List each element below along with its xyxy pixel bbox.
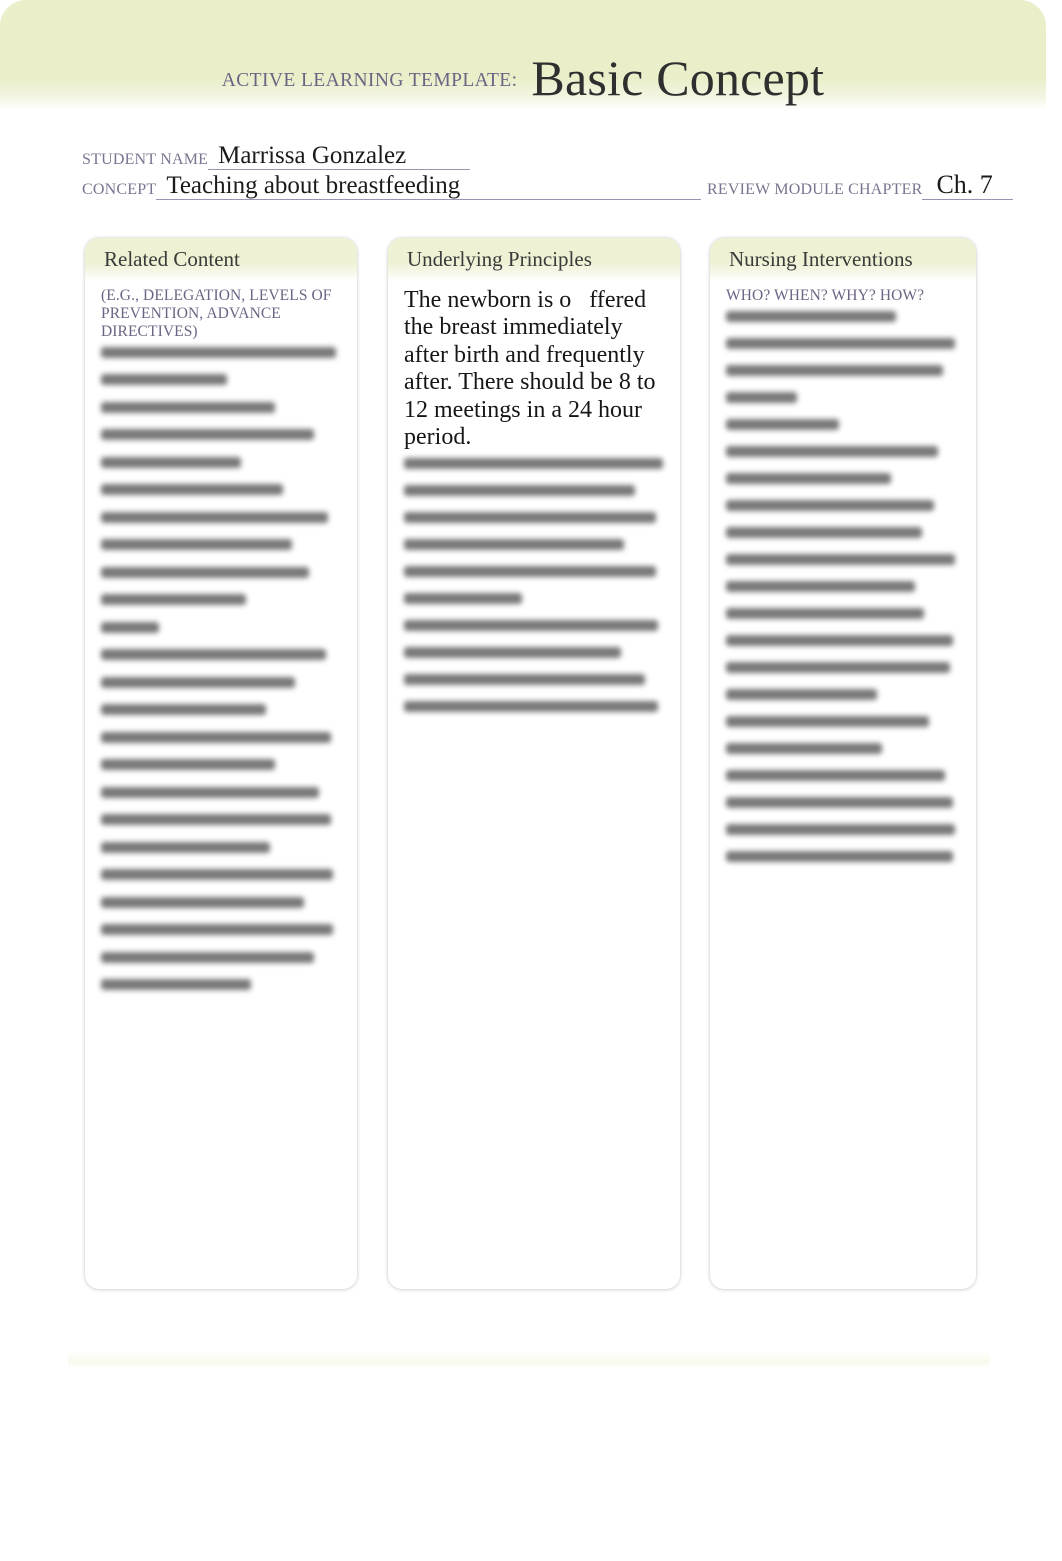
review-module-chapter-value: Ch. 7 <box>936 170 993 199</box>
card-underlying-principles-title: Underlying Principles <box>407 247 592 271</box>
redacted-text-line <box>404 673 646 685</box>
redacted-text-line <box>101 456 242 468</box>
student-name-field[interactable]: Marrissa Gonzalez <box>208 142 471 170</box>
form-meta-fields: STUDENT NAME Marrissa Gonzalez CONCEPT T… <box>0 128 1062 202</box>
redacted-text-line <box>101 594 247 606</box>
redacted-text-line <box>101 979 252 991</box>
card-nursing-interventions-redacted-text <box>726 310 962 862</box>
redacted-text-line <box>101 731 331 743</box>
redacted-text-line <box>404 700 659 712</box>
redacted-text-line <box>726 715 929 727</box>
redacted-text-line <box>404 646 622 658</box>
redacted-text-line <box>101 814 331 826</box>
redacted-text-line <box>726 769 946 781</box>
redacted-text-line <box>101 539 293 551</box>
concept-label: CONCEPT <box>82 181 157 198</box>
concept-value: Teaching about breastfeeding <box>166 172 461 199</box>
card-related-content[interactable]: Related Content (E.G., DELEGATION, LEVEL… <box>85 238 357 1289</box>
redacted-text-line <box>101 759 276 771</box>
concept-field[interactable]: Teaching about breastfeeding <box>156 172 702 200</box>
review-module-chapter-field[interactable]: Ch. 7 <box>922 170 1014 200</box>
redacted-text-line <box>404 592 522 604</box>
redacted-text-line <box>101 401 276 413</box>
redacted-text-line <box>726 634 953 646</box>
card-related-content-redacted-text <box>101 346 343 991</box>
card-related-content-header: Related Content <box>85 238 357 281</box>
redacted-text-line <box>726 310 896 322</box>
card-underlying-principles-body[interactable]: The newborn is o ffered the breast immed… <box>388 281 680 738</box>
card-nursing-interventions-body[interactable]: WHO? WHEN? WHY? HOW? <box>710 281 976 888</box>
redacted-text-line <box>101 649 327 661</box>
redacted-text-line <box>726 418 840 430</box>
student-name-label: STUDENT NAME <box>82 151 209 168</box>
active-learning-template-label: ACTIVE LEARNING TEMPLATE: <box>221 70 518 91</box>
redacted-text-line <box>101 374 227 386</box>
redacted-text-line <box>726 796 953 808</box>
card-nursing-interventions[interactable]: Nursing Interventions WHO? WHEN? WHY? HO… <box>710 238 976 1289</box>
redacted-text-line <box>726 553 955 565</box>
redacted-text-line <box>726 472 892 484</box>
redacted-text-line <box>726 823 955 835</box>
redacted-text-line <box>404 619 659 631</box>
page-footer-band <box>68 1350 990 1368</box>
redacted-text-line <box>726 580 915 592</box>
card-underlying-principles-header: Underlying Principles <box>388 238 680 281</box>
redacted-text-line <box>726 391 797 403</box>
redacted-text-line <box>404 538 625 550</box>
banner-content: ACTIVE LEARNING TEMPLATE: Basic Concept <box>0 0 1046 110</box>
card-underlying-principles-redacted-text <box>404 457 666 712</box>
card-nursing-interventions-title: Nursing Interventions <box>729 247 913 271</box>
concept-row: CONCEPT Teaching about breastfeeding <box>82 170 702 200</box>
redacted-text-line <box>101 786 319 798</box>
review-module-chapter-label: REVIEW MODULE CHAPTER <box>707 181 923 198</box>
redacted-text-line <box>101 484 283 496</box>
card-related-content-body[interactable]: (E.G., DELEGATION, LEVELS OF PREVENTION,… <box>85 281 357 1017</box>
redacted-text-line <box>101 951 314 963</box>
redacted-text-line <box>404 511 656 523</box>
redacted-text-line <box>101 704 266 716</box>
card-related-content-subtitle: (E.G., DELEGATION, LEVELS OF PREVENTION,… <box>101 287 332 340</box>
review-module-chapter-row: REVIEW MODULE CHAPTER Ch. 7 <box>707 170 1014 200</box>
redacted-text-line <box>101 869 334 881</box>
redacted-text-line <box>726 445 939 457</box>
redacted-text-line <box>726 526 922 538</box>
redacted-text-line <box>101 676 295 688</box>
redacted-text-line <box>726 607 925 619</box>
card-nursing-interventions-subtitle: WHO? WHEN? WHY? HOW? <box>726 287 925 304</box>
redacted-text-line <box>726 850 953 862</box>
redacted-text-line <box>726 661 951 673</box>
underlying-principles-answer-text: The newborn is o ffered the breast immed… <box>404 287 662 451</box>
redacted-text-line <box>101 841 271 853</box>
card-nursing-interventions-header: Nursing Interventions <box>710 238 976 281</box>
card-related-content-title: Related Content <box>104 247 240 271</box>
redacted-text-line <box>726 742 882 754</box>
redacted-text-line <box>726 337 955 349</box>
redacted-text-line <box>101 621 160 633</box>
page-title: Basic Concept <box>531 49 825 106</box>
student-name-value: Marrissa Gonzalez <box>218 142 407 169</box>
student-name-row: STUDENT NAME Marrissa Gonzalez <box>82 140 471 170</box>
card-underlying-principles[interactable]: Underlying Principles The newborn is o f… <box>388 238 680 1289</box>
redacted-text-line <box>404 457 664 469</box>
redacted-text-line <box>101 346 336 358</box>
redacted-text-line <box>101 511 329 523</box>
content-columns: Related Content (E.G., DELEGATION, LEVEL… <box>0 238 1062 1293</box>
redacted-text-line <box>726 499 934 511</box>
redacted-text-line <box>101 924 334 936</box>
redacted-text-line <box>726 364 944 376</box>
redacted-text-line <box>101 566 310 578</box>
redacted-text-line <box>101 896 305 908</box>
redacted-text-line <box>726 688 878 700</box>
redacted-text-line <box>404 484 635 496</box>
redacted-text-line <box>101 429 314 441</box>
redacted-text-line <box>404 565 656 577</box>
